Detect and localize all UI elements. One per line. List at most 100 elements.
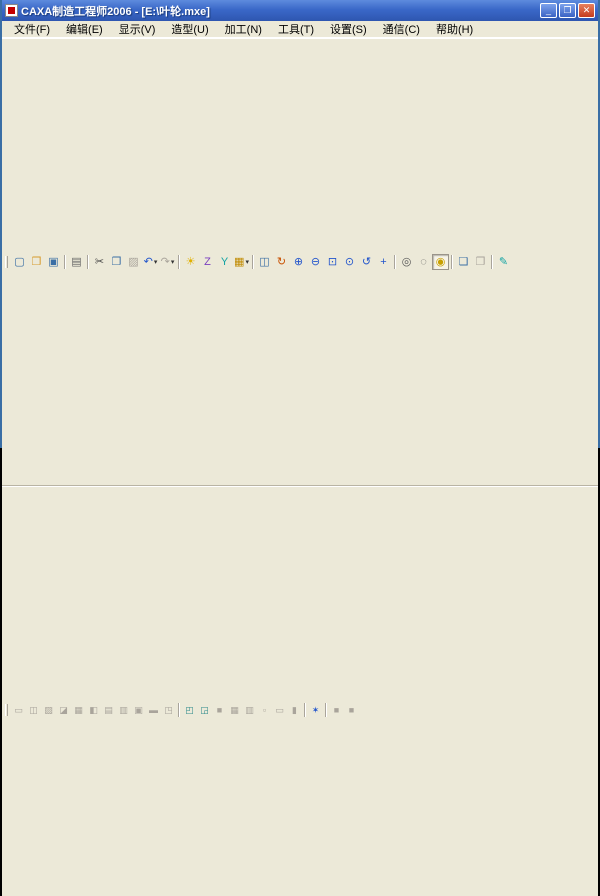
restore-button[interactable]: ❐ bbox=[559, 3, 576, 18]
boolean-subtract-button[interactable]: ◲ bbox=[197, 704, 212, 717]
boolean-intersect-icon: ■ bbox=[217, 706, 222, 715]
part-link-1-button: ■ bbox=[329, 704, 344, 717]
cut-button[interactable]: ✂ bbox=[91, 254, 108, 270]
app-icon bbox=[5, 4, 18, 17]
title-bar[interactable]: CAXA制造工程师2006 - [E:\叶轮.mxe] _ ❐ ✕ bbox=[2, 0, 598, 21]
menu-设置S[interactable]: 设置(S) bbox=[322, 20, 375, 38]
application-window: CAXA制造工程师2006 - [E:\叶轮.mxe] _ ❐ ✕ 文件(F)编… bbox=[0, 0, 600, 448]
save-file-button[interactable]: ▣ bbox=[45, 254, 62, 270]
menu-工具T[interactable]: 工具(T) bbox=[270, 20, 322, 38]
zoom-out-button[interactable]: ⊖ bbox=[307, 254, 324, 270]
layer-manager-icon: ❏ bbox=[459, 257, 469, 268]
zoom-all-icon: ⊙ bbox=[345, 257, 354, 268]
boolean-union-button[interactable]: ◰ bbox=[182, 704, 197, 717]
pan-view-icon: + bbox=[380, 257, 386, 268]
zoom-in-icon: ⊕ bbox=[294, 257, 303, 268]
display-shaded-mode-button[interactable]: ◉ bbox=[432, 254, 449, 270]
rotate-view-button[interactable]: ↺ bbox=[358, 254, 375, 270]
zoom-all-button[interactable]: ⊙ bbox=[341, 254, 358, 270]
copy-feature-icon: ▮ bbox=[292, 706, 297, 715]
wireframe-display-button[interactable]: Z bbox=[199, 254, 216, 270]
toolbar-separator bbox=[178, 255, 180, 269]
copy-feature-button: ▮ bbox=[287, 704, 302, 717]
menu-通信C[interactable]: 通信(C) bbox=[375, 20, 428, 38]
copy-icon: ❐ bbox=[112, 257, 122, 268]
toolbar-separator bbox=[491, 255, 493, 269]
menu-造型U[interactable]: 造型(U) bbox=[163, 20, 216, 38]
copy-button[interactable]: ❐ bbox=[108, 254, 125, 270]
cut-icon: ✂ bbox=[95, 257, 104, 268]
toolbar-separator bbox=[64, 255, 66, 269]
mirror-feature-button: ▥ bbox=[242, 704, 257, 717]
redo-button: ↷▾ bbox=[159, 254, 176, 270]
close-button[interactable]: ✕ bbox=[578, 3, 595, 18]
feature-shell-button: ▥ bbox=[116, 704, 131, 717]
material-palette-dropdown-arrow[interactable]: ▾ bbox=[245, 259, 249, 266]
layer-settings-button: ❐ bbox=[472, 254, 489, 270]
redo-icon: ↷ bbox=[161, 257, 170, 268]
wireframe-display-icon: Z bbox=[204, 257, 211, 268]
array-feature-button: ▦ bbox=[227, 704, 242, 717]
feature-fillet-icon: ▬ bbox=[149, 706, 158, 715]
feature-chamfer-button: ◳ bbox=[161, 704, 176, 717]
redo-dropdown-arrow[interactable]: ▾ bbox=[171, 259, 175, 266]
menu-编辑E[interactable]: 编辑(E) bbox=[58, 20, 111, 38]
minimize-button[interactable]: _ bbox=[540, 3, 557, 18]
scale-feature-button: ▫ bbox=[257, 704, 272, 717]
open-file-button[interactable]: ❒ bbox=[28, 254, 45, 270]
pick-filter-icon: Y bbox=[221, 257, 228, 268]
menu-显示V[interactable]: 显示(V) bbox=[111, 20, 164, 38]
undo-dropdown-arrow[interactable]: ▾ bbox=[154, 259, 158, 266]
material-palette-button[interactable]: ▦▾ bbox=[233, 254, 250, 270]
feature-pad-button: ◪ bbox=[56, 704, 71, 717]
zoom-out-icon: ⊖ bbox=[311, 257, 320, 268]
feature-toolbar: ▭◫▨◪▦◧▤▥▣▬◳◰◲■▦▥▫▭▮✶■■ bbox=[2, 486, 598, 896]
feature-rib-icon: ▤ bbox=[104, 706, 113, 715]
open-file-icon: ❒ bbox=[32, 257, 42, 268]
regenerate-model-button[interactable]: ✶ bbox=[308, 704, 323, 717]
toolbar-separator bbox=[394, 255, 396, 269]
menu-bar: 文件(F)编辑(E)显示(V)造型(U)加工(N)工具(T)设置(S)通信(C)… bbox=[2, 21, 598, 38]
boolean-intersect-button: ■ bbox=[212, 704, 227, 717]
new-file-button[interactable]: ▢ bbox=[11, 254, 28, 270]
undo-button[interactable]: ↶▾ bbox=[142, 254, 159, 270]
toolbar-separator bbox=[252, 255, 254, 269]
menu-加工N[interactable]: 加工(N) bbox=[217, 20, 270, 38]
clean-screen-icon: ✎ bbox=[499, 257, 508, 268]
layer-settings-icon: ❐ bbox=[476, 257, 486, 268]
new-window-button[interactable]: ◫ bbox=[256, 254, 273, 270]
array-feature-icon: ▦ bbox=[230, 706, 239, 715]
feature-rib-button: ▤ bbox=[101, 704, 116, 717]
layer-manager-button[interactable]: ❏ bbox=[455, 254, 472, 270]
toolbar-grip[interactable] bbox=[5, 704, 8, 716]
toolbar-grip[interactable] bbox=[5, 256, 8, 268]
paste-icon: ▨ bbox=[128, 257, 138, 268]
toolbar-separator bbox=[325, 703, 327, 717]
pan-view-button[interactable]: + bbox=[375, 254, 392, 270]
zoom-window-button[interactable]: ⊡ bbox=[324, 254, 341, 270]
menu-帮助H[interactable]: 帮助(H) bbox=[428, 20, 481, 38]
new-window-icon: ◫ bbox=[259, 257, 269, 268]
sketch-edit-button: ◫ bbox=[26, 704, 41, 717]
print-button[interactable]: ▤ bbox=[68, 254, 85, 270]
display-wireframe-mode-icon: ◎ bbox=[402, 257, 412, 268]
feature-pad-icon: ◪ bbox=[59, 706, 68, 715]
move-feature-button: ▭ bbox=[272, 704, 287, 717]
undo-icon: ↶ bbox=[144, 257, 153, 268]
display-hidden-line-button[interactable]: ◌ bbox=[415, 254, 432, 270]
orbit-view-button[interactable]: ↻ bbox=[273, 254, 290, 270]
menu-文件F[interactable]: 文件(F) bbox=[6, 20, 58, 38]
clean-screen-button[interactable]: ✎ bbox=[495, 254, 512, 270]
toolbar-separator bbox=[304, 703, 306, 717]
feature-hole-icon: ◧ bbox=[89, 706, 98, 715]
render-light-button[interactable]: ☀ bbox=[182, 254, 199, 270]
zoom-in-button[interactable]: ⊕ bbox=[290, 254, 307, 270]
sketch-new-icon: ▭ bbox=[14, 706, 23, 715]
feature-cut-icon: ▨ bbox=[44, 706, 53, 715]
render-light-icon: ☀ bbox=[186, 257, 196, 268]
print-icon: ▤ bbox=[71, 257, 81, 268]
feature-fillet-button: ▬ bbox=[146, 704, 161, 717]
pick-filter-button[interactable]: Y bbox=[216, 254, 233, 270]
rotate-view-icon: ↺ bbox=[362, 257, 371, 268]
display-wireframe-mode-button[interactable]: ◎ bbox=[398, 254, 415, 270]
